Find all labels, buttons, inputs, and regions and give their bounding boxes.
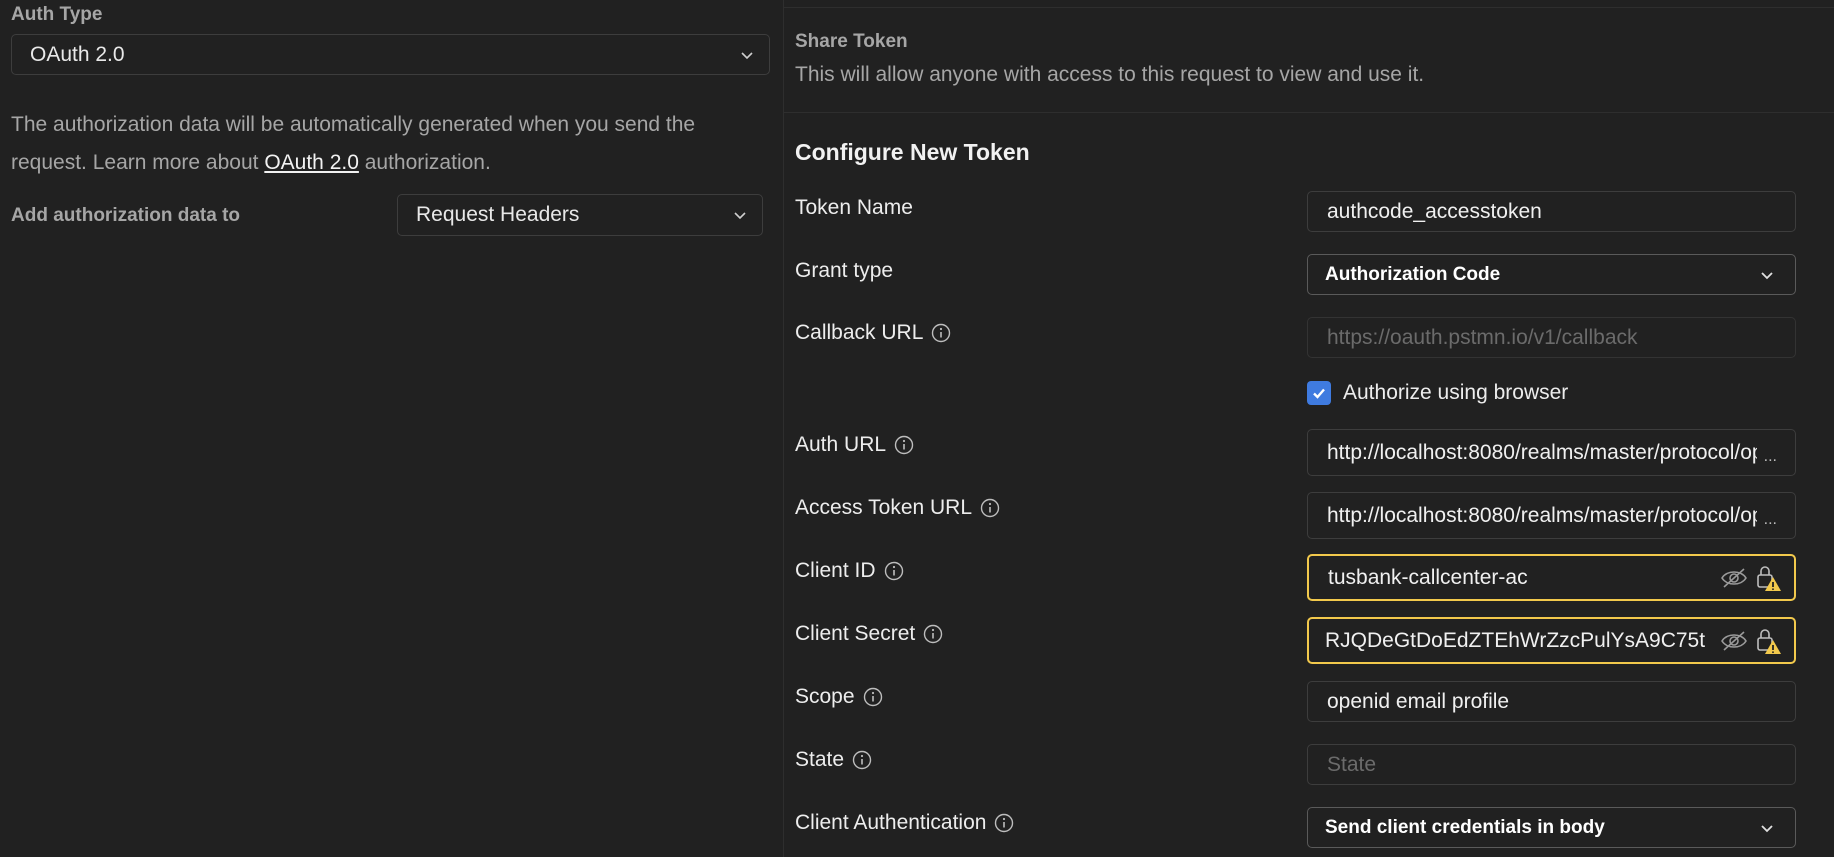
client-id-input[interactable]: tusbank-callcenter-ac — [1307, 554, 1796, 601]
callback-url-label: Callback URL — [795, 319, 951, 347]
top-divider — [784, 7, 1834, 8]
scope-label-text: Scope — [795, 685, 855, 708]
expand-ellipsis[interactable]: ... — [1764, 511, 1777, 529]
grant-type-label: Grant type — [795, 257, 893, 285]
token-name-label: Token Name — [795, 194, 913, 222]
state-input[interactable]: State — [1307, 744, 1796, 785]
client-secret-value: RJQDeGtDoEdZTEhWrZzcPulYsA9C75t — [1325, 628, 1706, 652]
chevron-down-icon — [1761, 824, 1773, 832]
chevron-down-icon — [734, 212, 746, 220]
info-icon[interactable] — [852, 750, 872, 770]
token-name-label-text: Token Name — [795, 196, 913, 219]
info-icon[interactable] — [884, 561, 904, 581]
access-token-url-label: Access Token URL — [795, 494, 1000, 522]
client-id-label-text: Client ID — [795, 559, 876, 582]
client-id-label: Client ID — [795, 557, 904, 585]
auth-description-suffix: authorization. — [358, 151, 491, 174]
scope-value: openid email profile — [1327, 689, 1510, 713]
auth-url-label: Auth URL — [795, 431, 914, 459]
client-secret-label-text: Client Secret — [795, 622, 916, 645]
section-divider — [784, 112, 1834, 113]
access-token-url-input[interactable]: http://localhost:8080/realms/master/prot… — [1307, 492, 1796, 539]
auth-description: The authorization data will be automatic… — [11, 106, 771, 182]
auth-type-label: Auth Type — [11, 4, 103, 25]
info-icon[interactable] — [894, 435, 914, 455]
client-auth-value: Send client credentials in body — [1325, 816, 1605, 838]
grant-type-label-text: Grant type — [795, 259, 894, 282]
token-name-value: authcode_accesstoken — [1327, 199, 1542, 223]
auth-url-input[interactable]: http://localhost:8080/realms/master/prot… — [1307, 429, 1796, 476]
eye-off-icon[interactable] — [1720, 630, 1748, 652]
oauth-learn-more-link[interactable]: OAuth 2.0 — [264, 151, 359, 174]
scope-label: Scope — [795, 683, 883, 711]
callback-url-label-text: Callback URL — [795, 321, 924, 344]
lock-warning-icon[interactable] — [1754, 627, 1782, 655]
lock-warning-icon[interactable] — [1754, 564, 1782, 592]
state-placeholder: State — [1327, 752, 1377, 776]
add-auth-data-label: Add authorization data to — [11, 205, 241, 226]
info-icon[interactable] — [863, 687, 883, 707]
authorize-browser-row[interactable]: Authorize using browser — [1307, 381, 1568, 405]
authorize-browser-checkbox[interactable] — [1307, 381, 1331, 405]
client-secret-input[interactable]: RJQDeGtDoEdZTEhWrZzcPulYsA9C75t — [1307, 617, 1796, 664]
info-icon[interactable] — [980, 498, 1000, 518]
info-icon[interactable] — [994, 813, 1014, 833]
auth-settings-pane: Auth Type OAuth 2.0 The authorization da… — [0, 0, 783, 857]
chevron-down-icon — [741, 51, 753, 59]
client-auth-label: Client Authentication — [795, 809, 1014, 837]
share-token-title: Share Token — [795, 31, 908, 52]
access-token-url-value: http://localhost:8080/realms/master/prot… — [1327, 503, 1757, 527]
add-auth-data-value: Request Headers — [416, 203, 580, 226]
configure-token-title: Configure New Token — [795, 139, 1030, 165]
eye-off-icon[interactable] — [1720, 567, 1748, 589]
chevron-down-icon — [1761, 271, 1773, 279]
access-token-url-label-text: Access Token URL — [795, 496, 973, 519]
state-label-text: State — [795, 748, 845, 771]
auth-type-value: OAuth 2.0 — [30, 42, 125, 66]
scope-input[interactable]: openid email profile — [1307, 681, 1796, 722]
auth-url-value: http://localhost:8080/realms/master/prot… — [1327, 440, 1757, 464]
authorize-browser-label: Authorize using browser — [1343, 381, 1569, 404]
client-id-value: tusbank-callcenter-ac — [1328, 565, 1528, 589]
info-icon[interactable] — [931, 323, 951, 343]
callback-url-input[interactable]: https://oauth.pstmn.io/v1/callback — [1307, 317, 1796, 358]
client-auth-label-text: Client Authentication — [795, 811, 987, 834]
add-auth-data-select[interactable]: Request Headers — [397, 194, 763, 236]
share-token-description: This will allow anyone with access to th… — [795, 63, 1425, 86]
token-config-pane: Share Token This will allow anyone with … — [784, 0, 1834, 857]
grant-type-value: Authorization Code — [1325, 263, 1501, 285]
auth-url-label-text: Auth URL — [795, 433, 887, 456]
callback-url-placeholder: https://oauth.pstmn.io/v1/callback — [1327, 325, 1638, 349]
checkmark-icon — [1313, 388, 1325, 399]
expand-ellipsis[interactable]: ... — [1764, 448, 1777, 466]
token-name-input[interactable]: authcode_accesstoken — [1307, 191, 1796, 232]
client-auth-select[interactable]: Send client credentials in body — [1307, 807, 1796, 848]
grant-type-select[interactable]: Authorization Code — [1307, 254, 1796, 295]
info-icon[interactable] — [923, 624, 943, 644]
auth-type-select[interactable]: OAuth 2.0 — [11, 34, 770, 75]
client-secret-label: Client Secret — [795, 620, 943, 648]
state-label: State — [795, 746, 872, 774]
